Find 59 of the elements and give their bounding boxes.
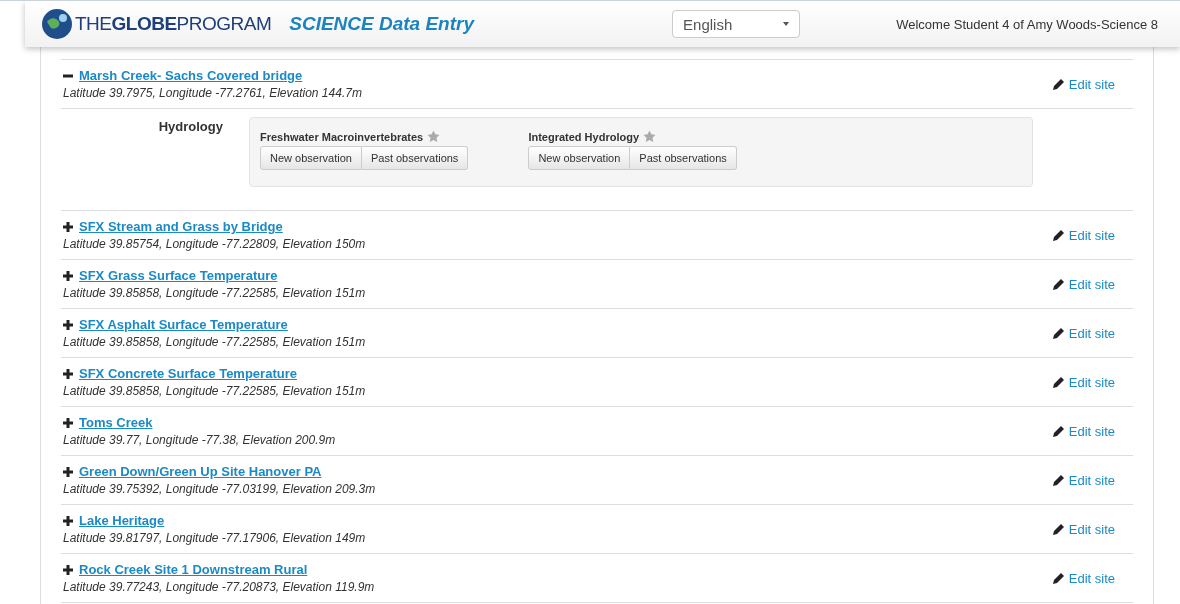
observation-button[interactable]: New observation bbox=[260, 146, 362, 170]
expand-icon[interactable] bbox=[63, 466, 73, 477]
edit-site-link[interactable]: Edit site bbox=[1052, 325, 1115, 341]
site-coordinates: Latitude 39.77, Longitude -77.38, Elevation 200.9m bbox=[63, 433, 336, 447]
edit-site-link[interactable]: Edit site bbox=[1052, 276, 1115, 292]
welcome-text: Welcome Student 4 of Amy Woods-Science 8 bbox=[896, 16, 1158, 32]
pencil-icon bbox=[1052, 376, 1065, 388]
expand-icon[interactable] bbox=[63, 564, 73, 575]
pencil-icon bbox=[1052, 523, 1065, 535]
group-label: Hydrology bbox=[157, 118, 223, 134]
language-select[interactable]: English bbox=[672, 10, 801, 38]
logo-text: THEGLOBEPROGRAM bbox=[75, 13, 272, 35]
protocol-name: Integrated Hydrology bbox=[528, 130, 639, 143]
edit-site-link[interactable]: Edit site bbox=[1052, 374, 1115, 390]
protocol-name: Freshwater Macroinvertebrates bbox=[260, 130, 424, 143]
edit-site-link[interactable]: Edit site bbox=[1052, 227, 1115, 243]
site-link[interactable]: Marsh Creek- Sachs Covered bridge bbox=[79, 68, 303, 83]
edit-site-link[interactable]: Edit site bbox=[1052, 570, 1115, 586]
observation-button[interactable]: New observation bbox=[528, 146, 631, 170]
pencil-icon bbox=[1052, 78, 1065, 90]
observation-button[interactable]: Past observations bbox=[361, 146, 469, 170]
pencil-icon bbox=[1052, 572, 1065, 584]
app-title: SCIENCE Data Entry bbox=[289, 13, 475, 35]
edit-site-link[interactable]: Edit site bbox=[1052, 423, 1115, 439]
star-icon[interactable] bbox=[643, 130, 656, 143]
site-coordinates: Latitude 39.85858, Longitude -77.22585, Elevation 151m bbox=[63, 384, 366, 398]
expand-icon[interactable] bbox=[63, 368, 73, 379]
site-link[interactable]: SFX Asphalt Surface Temperature bbox=[79, 317, 288, 332]
site-link[interactable]: Rock Creek Site 1 Downstream Rural bbox=[79, 562, 308, 577]
site-coordinates: Latitude 39.7975, Longitude -77.2761, Elevation 144.7m bbox=[63, 86, 362, 100]
expand-icon[interactable] bbox=[63, 515, 73, 526]
site-link[interactable]: SFX Concrete Surface Temperature bbox=[79, 366, 297, 381]
site-link[interactable]: Lake Heritage bbox=[79, 513, 165, 528]
globe-logo-icon bbox=[41, 8, 73, 40]
pencil-icon bbox=[1052, 229, 1065, 241]
pencil-icon bbox=[1052, 327, 1065, 339]
site-link[interactable]: Toms Creek bbox=[79, 415, 153, 430]
site-coordinates: Latitude 39.77243, Longitude -77.20873, Elevation 119.9m bbox=[63, 580, 375, 594]
site-coordinates: Latitude 39.85858, Longitude -77.22585, Elevation 151m bbox=[63, 286, 366, 300]
site-coordinates: Latitude 39.85754, Longitude -77.22809, Elevation 150m bbox=[63, 237, 366, 251]
site-coordinates: Latitude 39.81797, Longitude -77.17906, Elevation 149m bbox=[63, 531, 366, 545]
edit-site-link[interactable]: Edit site bbox=[1052, 521, 1115, 537]
expand-icon[interactable] bbox=[63, 319, 73, 330]
pencil-icon bbox=[1052, 474, 1065, 486]
observation-button[interactable]: Past observations bbox=[630, 146, 737, 170]
site-coordinates: Latitude 39.75392, Longitude -77.03199, Elevation 209.3m bbox=[63, 482, 376, 496]
caret-icon bbox=[783, 22, 790, 26]
expand-icon[interactable] bbox=[63, 417, 73, 428]
site-link[interactable]: SFX Stream and Grass by Bridge bbox=[79, 219, 283, 234]
site-link[interactable]: SFX Grass Surface Temperature bbox=[79, 268, 278, 283]
star-icon[interactable] bbox=[427, 130, 441, 143]
edit-site-link[interactable]: Edit site bbox=[1052, 76, 1115, 92]
site-coordinates: Latitude 39.85858, Longitude -77.22585, Elevation 151m bbox=[63, 335, 366, 349]
pencil-icon bbox=[1052, 425, 1065, 437]
site-link[interactable]: Green Down/Green Up Site Hanover PA bbox=[79, 464, 322, 479]
edit-site-link[interactable]: Edit site bbox=[1052, 472, 1115, 488]
expand-icon[interactable] bbox=[63, 221, 73, 232]
pencil-icon bbox=[1052, 278, 1065, 290]
expand-icon[interactable] bbox=[63, 270, 73, 281]
